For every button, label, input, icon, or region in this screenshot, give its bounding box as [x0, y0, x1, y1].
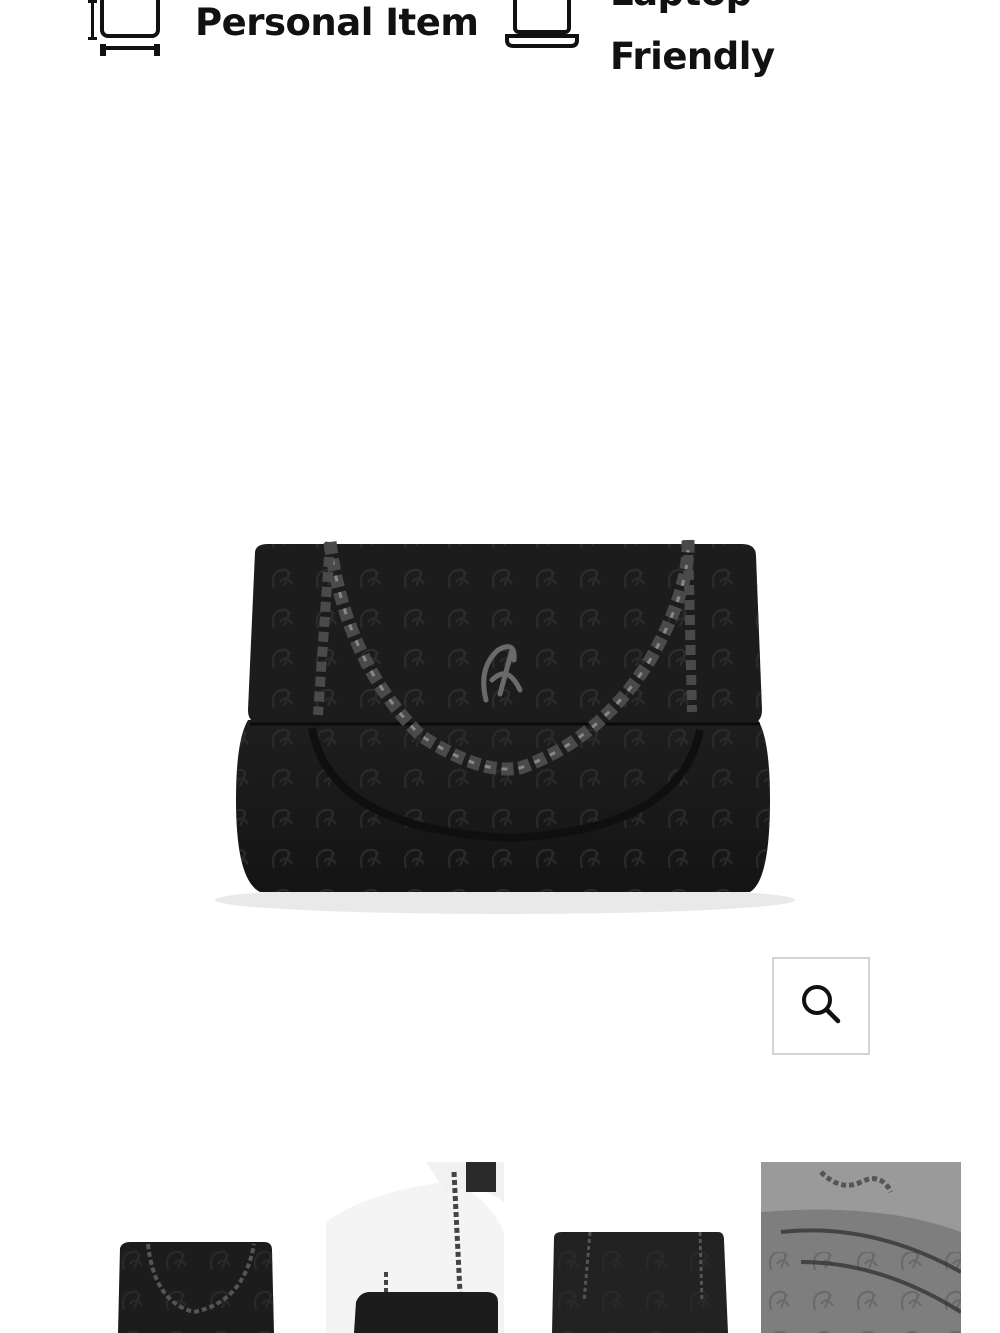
thumbnail-worn[interactable]: [326, 1162, 504, 1333]
search-icon: [801, 984, 841, 1028]
laptop-icon: [505, 0, 579, 54]
thumbnail-strip: [0, 1162, 1000, 1333]
thumbnail-interior[interactable]: [761, 1162, 961, 1333]
feature-label-friendly: Friendly: [610, 35, 775, 78]
zoom-button[interactable]: [772, 957, 870, 1055]
thumbnail-back[interactable]: [550, 1162, 730, 1333]
thumbnail-front[interactable]: [114, 1162, 278, 1333]
carry-on-bag-icon: [88, 0, 164, 64]
feature-label-personal-item: Personal Item: [195, 1, 479, 44]
feature-strip: Personal Item Laptop Friendly: [0, 0, 1000, 110]
feature-label-laptop: Laptop: [610, 0, 752, 20]
